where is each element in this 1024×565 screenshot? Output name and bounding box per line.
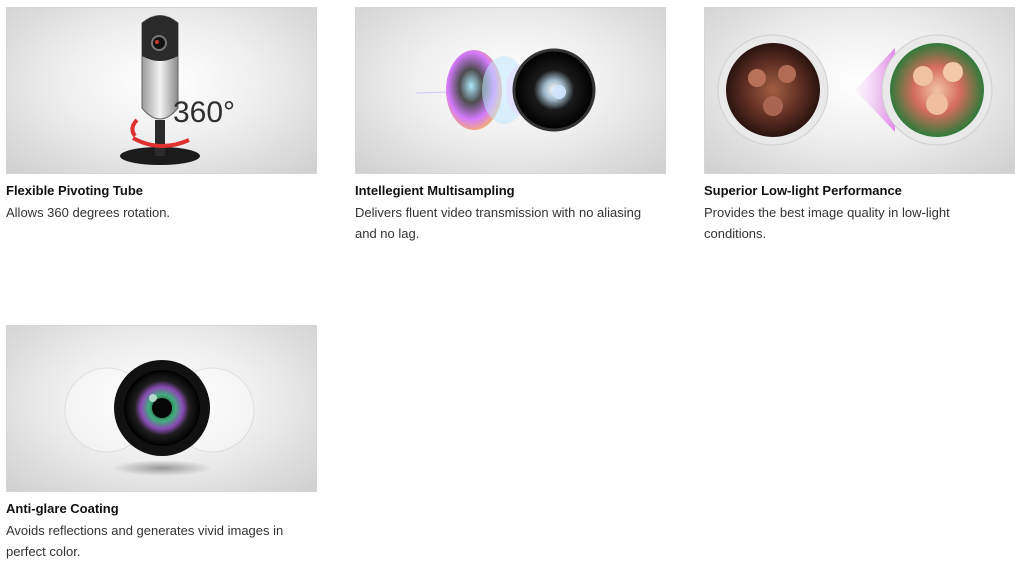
feature-description: Avoids reflections and generates vivid i… — [6, 523, 284, 559]
feature-card-low-light: Superior Low-light Performance Provides … — [704, 7, 1015, 244]
feature-title: Anti-glare Coating — [6, 501, 119, 516]
rotation-degree-label: 360° — [173, 96, 235, 129]
feature-description: Allows 360 degrees rotation. — [6, 205, 171, 220]
feature-title: Superior Low-light Performance — [704, 183, 902, 198]
lens-multisampling-icon — [415, 48, 596, 132]
feature-title: Intellegient Multisampling — [355, 183, 515, 198]
feature-image-pivoting-tube: 360° — [6, 7, 317, 174]
feature-image-multisampling — [355, 7, 666, 174]
camera-lens-icon — [64, 360, 255, 476]
feature-description: Provides the best image quality in low-l… — [704, 205, 950, 241]
feature-image-low-light — [704, 7, 1015, 174]
feature-card-multisampling: Intellegient Multisampling Delivers flue… — [355, 7, 666, 244]
feature-card-pivoting-tube: 360° Flexible Pivoting Tube Allows 360 d… — [6, 7, 317, 223]
feature-title: Flexible Pivoting Tube — [6, 183, 143, 198]
low-light-comparison-icon — [717, 34, 993, 146]
feature-description: Delivers fluent video transmission with … — [355, 205, 642, 241]
webcam-rotation-icon: 360° — [120, 15, 235, 165]
feature-card-anti-glare: Anti-glare Coating Avoids reflections an… — [6, 325, 317, 562]
feature-image-anti-glare — [6, 325, 317, 492]
